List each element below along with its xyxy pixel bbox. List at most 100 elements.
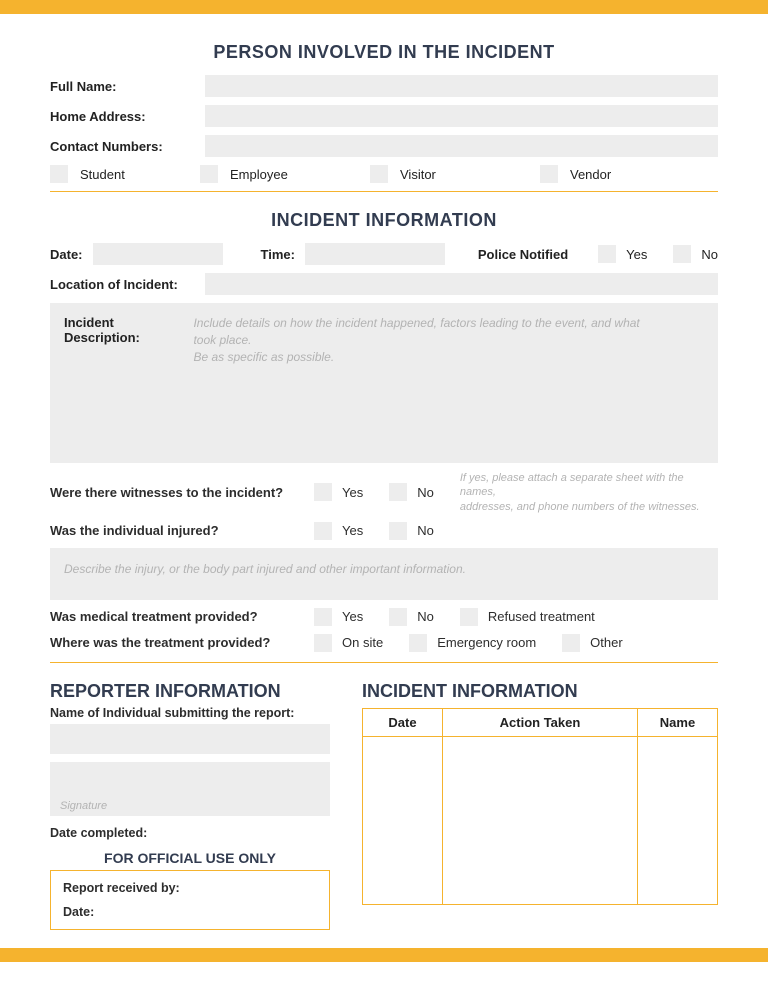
medical-treatment-row: Was medical treatment provided? Yes No R…	[50, 608, 718, 626]
er-checkbox[interactable]	[409, 634, 427, 652]
reporter-name-label: Name of Individual submitting the report…	[50, 706, 330, 720]
vendor-checkbox[interactable]	[540, 165, 558, 183]
col-action-header: Action Taken	[443, 708, 638, 736]
form-page: PERSON INVOLVED IN THE INCIDENT Full Nam…	[0, 14, 768, 948]
action-name-cell[interactable]	[638, 736, 718, 904]
injured-yes-label: Yes	[342, 523, 363, 538]
date-input[interactable]	[93, 243, 223, 265]
role-vendor: Vendor	[540, 165, 611, 183]
other-checkbox[interactable]	[562, 634, 580, 652]
employee-label: Employee	[230, 167, 288, 182]
treatment-location-row: Where was the treatment provided? On sit…	[50, 634, 718, 652]
date-time-row: Date: Time: Police Notified Yes No	[50, 243, 718, 265]
bottom-columns: REPORTER INFORMATION Name of Individual …	[50, 681, 718, 930]
top-accent-bar	[0, 0, 768, 14]
received-by-label: Report received by:	[63, 881, 317, 895]
reporter-title: REPORTER INFORMATION	[50, 681, 330, 702]
student-label: Student	[80, 167, 125, 182]
action-taken-cell[interactable]	[443, 736, 638, 904]
full-name-row: Full Name:	[50, 75, 718, 97]
injury-description-box[interactable]: Describe the injury, or the body part in…	[50, 548, 718, 600]
desc-ph-line1: Include details on how the incident happ…	[193, 316, 639, 347]
action-date-cell[interactable]	[363, 736, 443, 904]
role-employee: Employee	[200, 165, 370, 183]
divider-2	[50, 662, 718, 663]
onsite-label: On site	[342, 635, 383, 650]
witnesses-hint: If yes, please attach a separate sheet w…	[460, 471, 718, 514]
vendor-label: Vendor	[570, 167, 611, 182]
other-label: Other	[590, 635, 623, 650]
medtreat-yes-label: Yes	[342, 609, 363, 624]
contact-numbers-input[interactable]	[205, 135, 718, 157]
onsite-checkbox[interactable]	[314, 634, 332, 652]
role-row: Student Employee Visitor Vendor	[50, 165, 718, 183]
role-student: Student	[50, 165, 200, 183]
medtreat-yes-checkbox[interactable]	[314, 608, 332, 626]
location-input[interactable]	[205, 273, 718, 295]
injured-no-label: No	[417, 523, 434, 538]
injured-no-checkbox[interactable]	[389, 522, 407, 540]
police-yes-label: Yes	[626, 247, 647, 262]
date-completed-label: Date completed:	[50, 826, 330, 840]
incident-info-title: INCIDENT INFORMATION	[50, 210, 718, 231]
witnesses-label: Were there witnesses to the incident?	[50, 485, 314, 500]
er-label: Emergency room	[437, 635, 536, 650]
incident-description-box[interactable]: Incident Description: Include details on…	[50, 303, 718, 463]
visitor-label: Visitor	[400, 167, 436, 182]
role-visitor: Visitor	[370, 165, 540, 183]
signature-label: Signature	[60, 800, 107, 812]
medtreat-no-checkbox[interactable]	[389, 608, 407, 626]
home-address-label: Home Address:	[50, 109, 195, 124]
person-involved-title: PERSON INVOLVED IN THE INCIDENT	[50, 42, 718, 63]
police-notified-label: Police Notified	[478, 247, 568, 262]
police-no-label: No	[701, 247, 718, 262]
witnesses-yes-checkbox[interactable]	[314, 483, 332, 501]
witnesses-row: Were there witnesses to the incident? Ye…	[50, 471, 718, 514]
reporter-name-input[interactable]	[50, 724, 330, 754]
full-name-label: Full Name:	[50, 79, 195, 94]
home-address-input[interactable]	[205, 105, 718, 127]
official-use-box: Report received by: Date:	[50, 870, 330, 930]
col-date-header: Date	[363, 708, 443, 736]
police-yes-checkbox[interactable]	[598, 245, 616, 263]
student-checkbox[interactable]	[50, 165, 68, 183]
action-table: Date Action Taken Name	[362, 708, 718, 905]
action-column: INCIDENT INFORMATION Date Action Taken N…	[362, 681, 718, 930]
medtreat-refused-label: Refused treatment	[488, 609, 595, 624]
treatment-location-label: Where was the treatment provided?	[50, 635, 314, 650]
reporter-column: REPORTER INFORMATION Name of Individual …	[50, 681, 330, 930]
injured-row: Was the individual injured? Yes No	[50, 522, 718, 540]
police-no-checkbox[interactable]	[673, 245, 691, 263]
full-name-input[interactable]	[205, 75, 718, 97]
divider-1	[50, 191, 718, 192]
injury-placeholder: Describe the injury, or the body part in…	[64, 562, 466, 576]
witness-hint-2: addresses, and phone numbers of the witn…	[460, 501, 700, 513]
incident-description-placeholder: Include details on how the incident happ…	[193, 315, 653, 365]
action-title: INCIDENT INFORMATION	[362, 681, 718, 702]
signature-box[interactable]: Signature	[50, 762, 330, 816]
home-address-row: Home Address:	[50, 105, 718, 127]
bottom-accent-bar	[0, 948, 768, 962]
visitor-checkbox[interactable]	[370, 165, 388, 183]
official-use-title: FOR OFFICIAL USE ONLY	[50, 850, 330, 866]
witnesses-no-label: No	[417, 485, 434, 500]
witnesses-no-checkbox[interactable]	[389, 483, 407, 501]
col-name-header: Name	[638, 708, 718, 736]
contact-numbers-row: Contact Numbers:	[50, 135, 718, 157]
medtreat-no-label: No	[417, 609, 434, 624]
witness-hint-1: If yes, please attach a separate sheet w…	[460, 472, 684, 498]
date-label: Date:	[50, 247, 83, 262]
employee-checkbox[interactable]	[200, 165, 218, 183]
contact-numbers-label: Contact Numbers:	[50, 139, 195, 154]
location-label: Location of Incident:	[50, 277, 195, 292]
injured-yes-checkbox[interactable]	[314, 522, 332, 540]
medtreat-refused-checkbox[interactable]	[460, 608, 478, 626]
official-date-label: Date:	[63, 905, 317, 919]
injured-label: Was the individual injured?	[50, 523, 314, 538]
time-label: Time:	[261, 247, 295, 262]
location-row: Location of Incident:	[50, 273, 718, 295]
desc-ph-line2: Be as specific as possible.	[193, 350, 334, 364]
time-input[interactable]	[305, 243, 445, 265]
incident-description-label: Incident Description:	[64, 315, 189, 345]
witnesses-yes-label: Yes	[342, 485, 363, 500]
